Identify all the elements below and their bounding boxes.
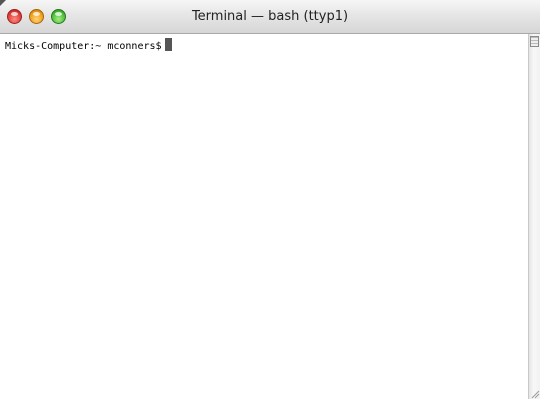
prompt-line: Micks-Computer:~ mconners$ [5, 38, 172, 54]
window-corner [0, 0, 6, 6]
title-bar[interactable]: Terminal — bash (ttyp1) [0, 0, 540, 34]
prompt-text: Micks-Computer:~ mconners$ [5, 41, 162, 52]
terminal-content[interactable]: Micks-Computer:~ mconners$ [0, 34, 528, 399]
window-title: Terminal — bash (ttyp1) [191, 9, 349, 24]
vertical-scrollbar[interactable] [528, 34, 540, 399]
split-pane-icon[interactable] [530, 36, 539, 47]
resize-grip-icon[interactable] [528, 386, 540, 399]
text-cursor [164, 38, 172, 51]
terminal-window: Terminal — bash (ttyp1) Micks-Computer:~… [0, 0, 540, 399]
